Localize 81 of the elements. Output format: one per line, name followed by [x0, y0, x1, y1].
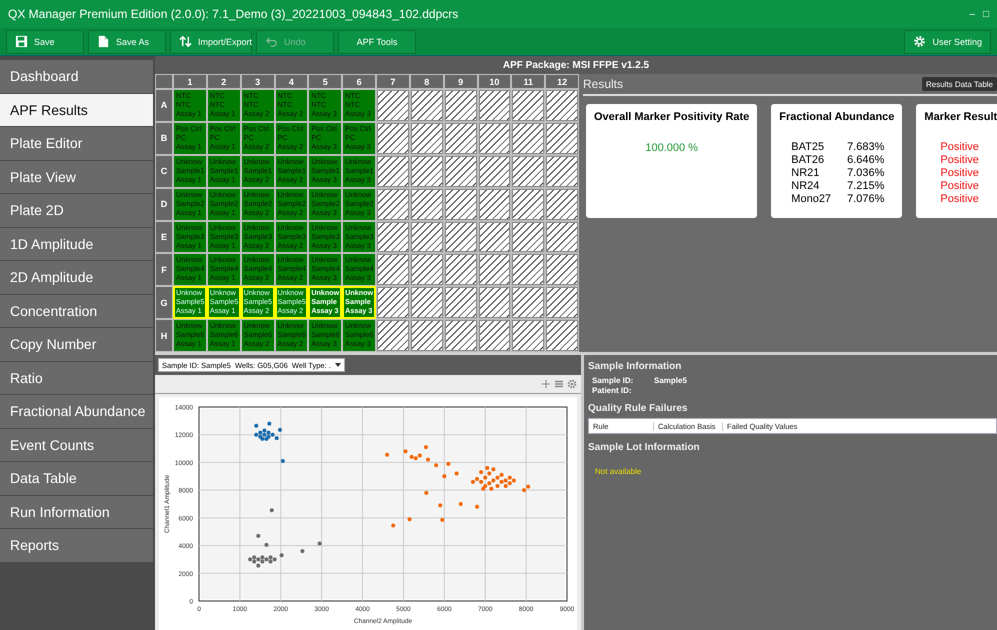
settings-icon — [913, 35, 926, 48]
marker-result: Positive — [940, 180, 980, 192]
column-header: 7 — [377, 75, 409, 88]
document-icon — [97, 35, 110, 48]
plate-corner — [156, 75, 172, 88]
rate-value: 100.000 % — [644, 142, 699, 154]
marker-result: Positive — [940, 193, 980, 205]
sidebar-item[interactable]: Dashboard — [0, 60, 153, 92]
toolbar-button[interactable]: User Setting — [904, 30, 991, 54]
row-header: E — [156, 222, 172, 252]
marker-name: BAT26 — [791, 154, 826, 166]
sidebar-item[interactable]: Copy Number — [0, 328, 153, 360]
sidebar-item[interactable]: Plate 2D — [0, 194, 153, 226]
section-title: Sample Lot Information — [588, 442, 701, 453]
toolbar-button[interactable]: Import/Export — [170, 30, 252, 54]
plus-icon[interactable] — [541, 379, 551, 389]
marker-name: BAT25 — [791, 141, 826, 153]
row-header: F — [156, 254, 172, 286]
toolbar-button[interactable]: APF Tools — [338, 30, 416, 54]
abundance-value: 7.076% — [847, 193, 884, 205]
sidebar-item[interactable]: Concentration — [0, 294, 153, 327]
card-title: Overall Marker Positivity Rate — [594, 110, 750, 124]
column-header: 2 — [208, 75, 240, 88]
abundance-value: 7.215% — [847, 180, 884, 192]
settings-icon[interactable] — [567, 379, 577, 389]
field-label: Sample ID: — [592, 376, 634, 385]
column-header: 1 — [174, 75, 206, 88]
undo-icon — [265, 35, 278, 48]
section-title: Results — [583, 77, 624, 91]
list-icon[interactable] — [554, 379, 564, 389]
column-header: 3 — [242, 75, 274, 88]
sidebar-item[interactable]: Ratio — [0, 362, 153, 394]
marker-result: Positive — [940, 167, 980, 179]
row-header: A — [156, 90, 172, 121]
column-header: 8 — [410, 75, 443, 88]
column-header: 4 — [276, 75, 308, 88]
minimize-button[interactable]: – — [969, 8, 975, 20]
maximize-button[interactable]: □ — [982, 8, 989, 20]
marker-name: Mono27 — [791, 193, 832, 205]
card-title: Marker Result — [924, 110, 997, 124]
sidebar-item[interactable]: Reports — [0, 529, 153, 562]
section-title: Quality Rule Failures — [588, 403, 688, 414]
sidebar-item[interactable]: APF Results — [0, 94, 153, 126]
field-label: Patient ID: — [592, 386, 633, 395]
marker-result: Positive — [940, 141, 980, 153]
sidebar-item[interactable]: 2D Amplitude — [0, 261, 153, 294]
marker-name: NR21 — [791, 167, 820, 179]
status-message: Not available — [595, 467, 642, 476]
abundance-value: 7.036% — [847, 167, 884, 179]
field-value: Sample5 — [654, 376, 688, 385]
sidebar-item[interactable]: Plate View — [0, 160, 153, 193]
marker-result: Positive — [940, 154, 980, 166]
toolbar-button[interactable]: Save As — [88, 30, 166, 54]
abundance-value: 7.683% — [847, 141, 884, 153]
sidebar-item[interactable]: Fractional Abundance — [0, 395, 153, 428]
column-header: 5 — [309, 75, 342, 88]
sidebar-item[interactable]: Data Table — [0, 462, 153, 494]
column-header: 9 — [444, 75, 476, 88]
results-table-button[interactable]: Results Data Table — [922, 77, 997, 91]
sidebar-item[interactable]: 1D Amplitude — [0, 228, 153, 260]
sidebar-item[interactable]: Run Information — [0, 496, 153, 528]
row-header: C — [156, 156, 172, 187]
card-title: Fractional Abundance — [779, 110, 894, 124]
row-header: G — [156, 287, 172, 318]
row-header: H — [156, 320, 172, 351]
column-header: 6 — [343, 75, 375, 88]
toolbar-button[interactable]: Save — [6, 30, 84, 54]
sidebar-item[interactable]: Event Counts — [0, 428, 153, 461]
column-header: 12 — [546, 75, 578, 88]
window-title: QX Manager Premium Edition (2.0.0): 7.1_Demo (3)_20221003_094843_102.ddpcrs — [8, 7, 460, 21]
sidebar-item[interactable]: Plate Editor — [0, 127, 153, 160]
row-header: D — [156, 188, 172, 220]
marker-name: NR24 — [791, 180, 820, 192]
column-header: 11 — [512, 75, 544, 88]
arrows-icon — [179, 35, 192, 48]
caret-icon — [334, 363, 341, 367]
abundance-value: 6.646% — [847, 154, 884, 166]
save-icon — [15, 35, 28, 48]
section-title: Sample Information — [588, 361, 682, 372]
column-header: 10 — [478, 75, 510, 88]
row-header: B — [156, 122, 172, 154]
